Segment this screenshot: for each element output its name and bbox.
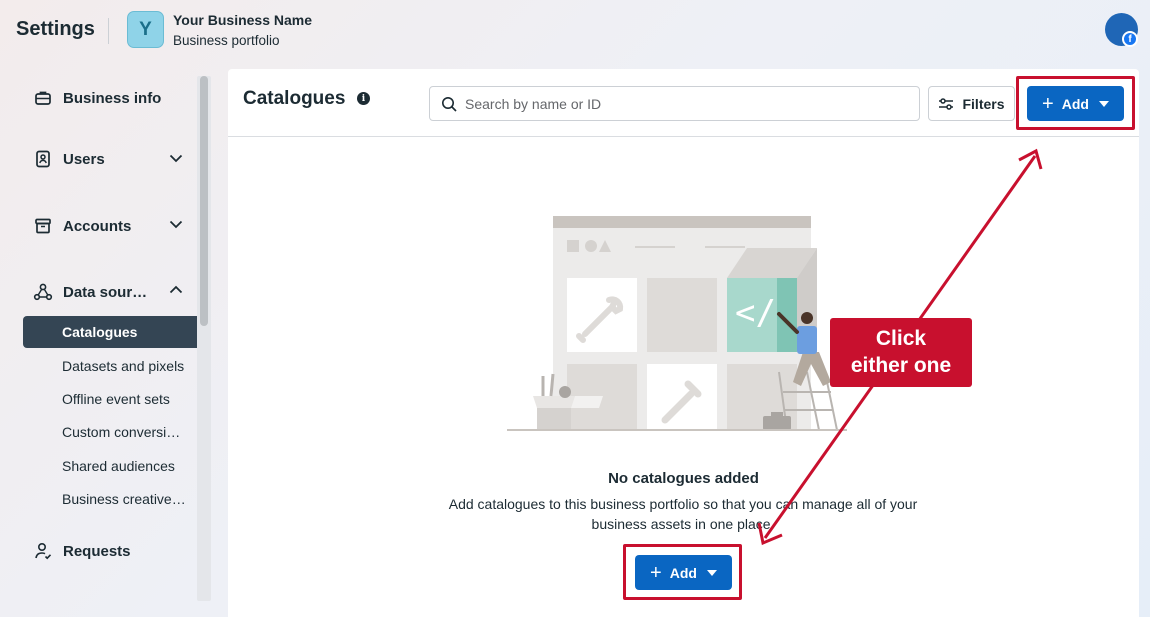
callout-label: Click either one [830,318,972,387]
callout-line-1: Click [875,327,927,350]
double-arrow-annotation [757,148,1043,546]
callout-line-2: either one [850,354,952,377]
